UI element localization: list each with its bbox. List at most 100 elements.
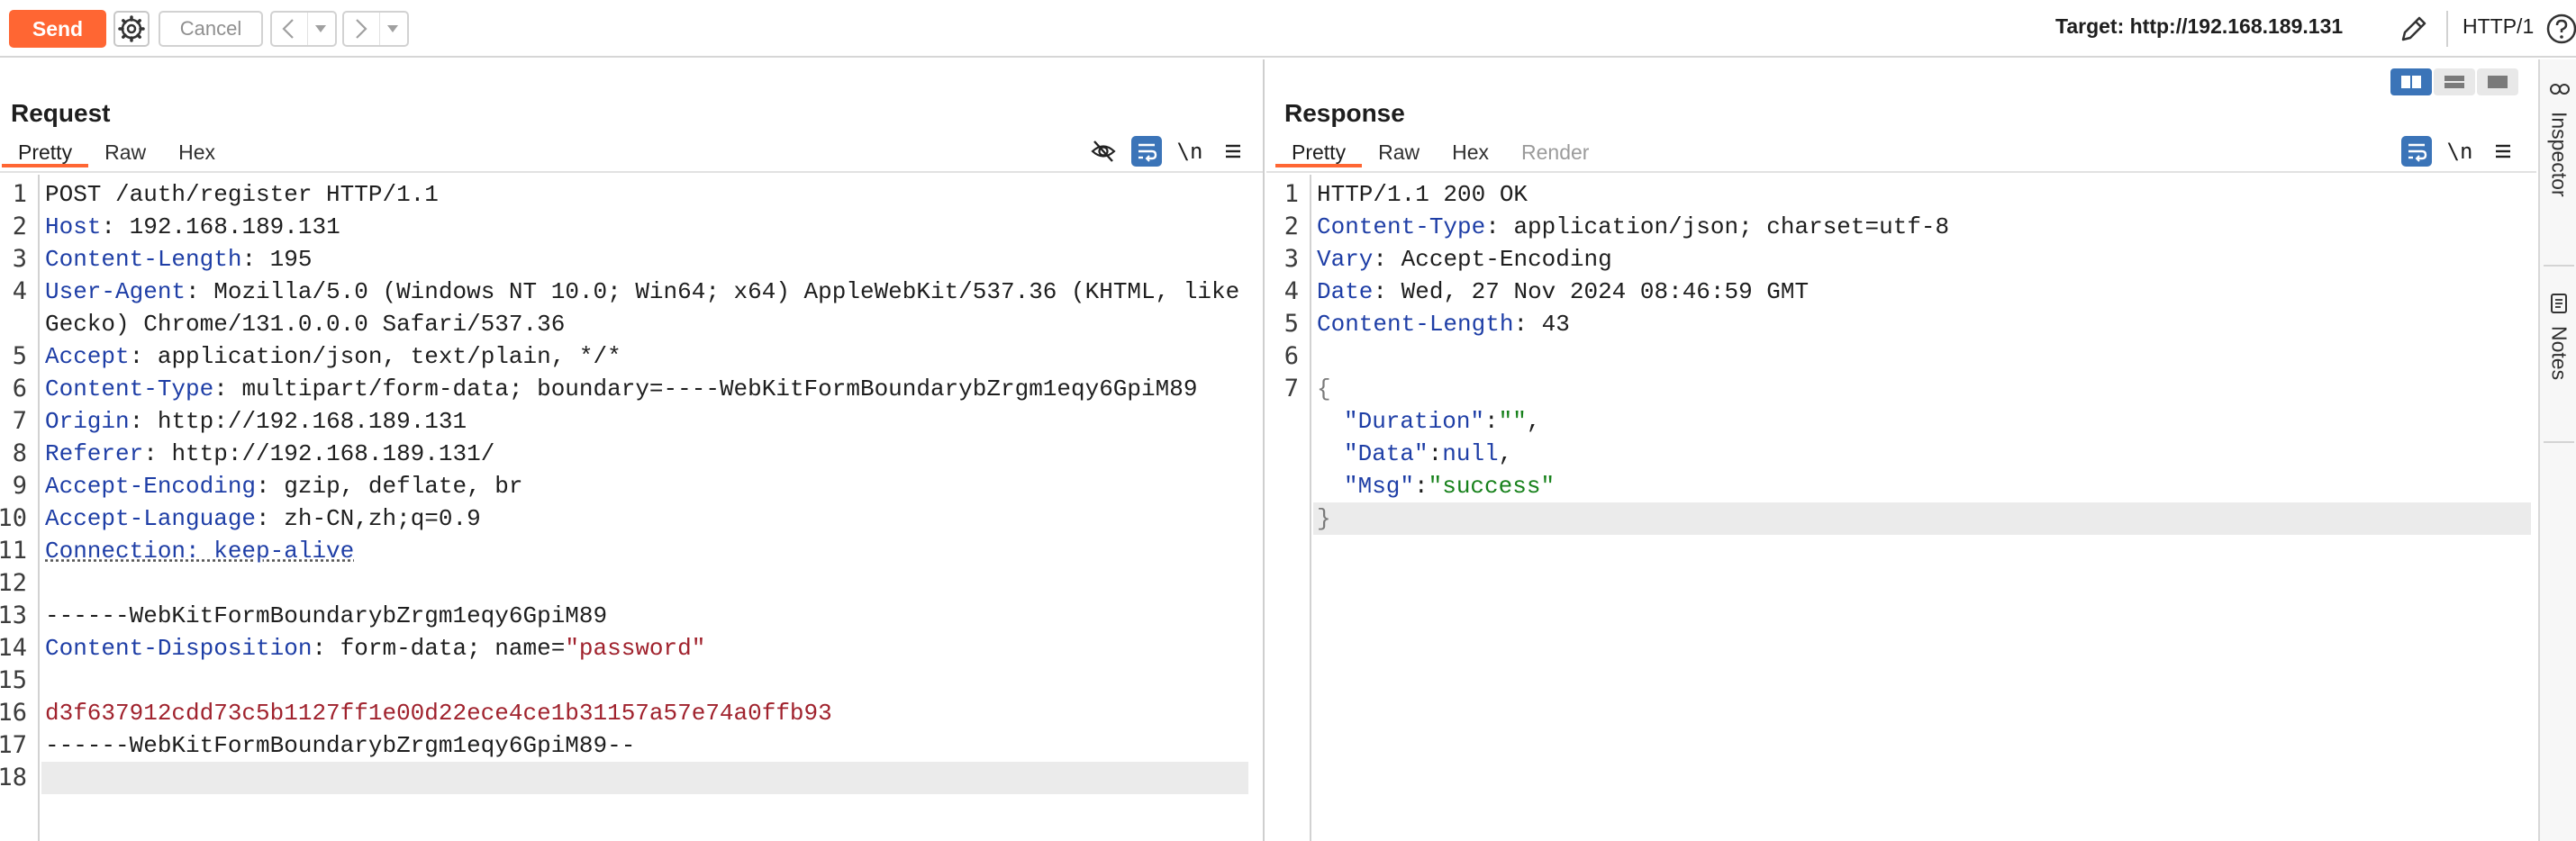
- line-number: 16: [0, 697, 27, 729]
- request-line: User-Agent: Mozilla/5.0 (Windows NT 10.0…: [45, 276, 1248, 308]
- inspector-label: Inspector: [2547, 112, 2571, 197]
- header-sep: :: [1513, 311, 1541, 338]
- header-value: 195: [270, 246, 313, 273]
- request-tools: \n: [1088, 135, 1248, 167]
- header-name: Accept-Language: [45, 505, 256, 532]
- back-button[interactable]: [272, 13, 308, 45]
- request-line: Content-Length: 195: [45, 243, 1248, 276]
- response-line-gutter: 1 2 3 4 5 6 7: [1266, 175, 1311, 841]
- request-tab-hex[interactable]: Hex: [162, 137, 231, 167]
- header-sep: :: [213, 375, 241, 402]
- send-button[interactable]: Send: [9, 10, 106, 48]
- request-line: [45, 567, 1248, 600]
- request-line: Content-Disposition: form-data; name="pa…: [45, 632, 1248, 665]
- response-tab-hex[interactable]: Hex: [1436, 137, 1505, 167]
- show-newlines-button[interactable]: \n: [2444, 136, 2475, 167]
- forward-dropdown-button[interactable]: [380, 13, 407, 45]
- request-line: Accept: application/json, text/plain, */…: [45, 340, 1248, 373]
- response-title: Response: [1284, 99, 1405, 128]
- json-colon: :: [1414, 473, 1429, 500]
- request-editor[interactable]: 1 2 3 4 5 6 7 8 9 10 11 12 13 14 15 16 1…: [0, 175, 1263, 841]
- response-line: Date: Wed, 27 Nov 2024 08:46:59 GMT: [1317, 276, 2531, 308]
- split-columns-button[interactable]: [2390, 68, 2432, 95]
- request-menu-button[interactable]: [1218, 136, 1248, 167]
- json-key: "Duration": [1344, 408, 1484, 435]
- line-number: 6: [1284, 340, 1299, 373]
- response-tab-raw[interactable]: Raw: [1362, 137, 1436, 167]
- json-open-brace: {: [1317, 373, 2531, 405]
- line-number: 3: [13, 243, 27, 276]
- side-separator: [2544, 265, 2574, 267]
- word-wrap-toggle-button[interactable]: [2401, 136, 2432, 167]
- notes-tab[interactable]: Notes: [2540, 292, 2576, 380]
- word-wrap-icon: [2404, 139, 2429, 164]
- line-number: 5: [13, 340, 27, 373]
- show-newlines-button[interactable]: \n: [1175, 136, 1205, 167]
- caret-down-icon: [308, 13, 333, 45]
- single-pane-icon: [2486, 74, 2509, 90]
- inspector-icon: [2547, 77, 2571, 101]
- header-sep: :: [130, 408, 158, 435]
- line-number: 7: [1284, 373, 1299, 405]
- http-version-selector[interactable]: HTTP/1: [2463, 14, 2534, 39]
- line-number: 8: [13, 438, 27, 470]
- line-number: 18: [0, 762, 27, 794]
- toolbar-separator: [2446, 11, 2448, 47]
- json-line: "Msg":"success": [1344, 470, 2531, 502]
- line-number: 10: [0, 502, 27, 535]
- header-sep: :: [1485, 213, 1513, 240]
- settings-button[interactable]: [113, 11, 150, 47]
- request-current-line[interactable]: [41, 762, 1248, 794]
- tabs-view-button[interactable]: [2477, 68, 2518, 95]
- line-number: 14: [0, 632, 27, 665]
- json-comma: ,: [1527, 408, 1541, 435]
- json-string-value: "success": [1429, 473, 1555, 500]
- help-button[interactable]: [2544, 11, 2576, 47]
- response-tab-pretty[interactable]: Pretty: [1275, 137, 1362, 167]
- header-name: Vary: [1317, 246, 1373, 273]
- json-line: "Data":null,: [1344, 438, 2531, 470]
- chevron-right-icon: [344, 13, 378, 45]
- request-line: [45, 665, 1248, 697]
- header-value: zh-CN,zh;q=0.9: [284, 505, 480, 532]
- header-name: Origin: [45, 408, 130, 435]
- response-pane: Response Pretty Raw Hex Render \n 1 2 3 …: [1266, 59, 2536, 841]
- json-key: "Msg": [1344, 473, 1414, 500]
- response-line: [1317, 340, 2531, 373]
- hide-toggle-button[interactable]: [1088, 136, 1119, 167]
- edit-target-button[interactable]: [2396, 11, 2432, 47]
- line-number: 2: [13, 211, 27, 243]
- request-line: Accept-Encoding: gzip, deflate, br: [45, 470, 1248, 502]
- json-key: "Data": [1344, 440, 1429, 467]
- json-close-brace: }: [1313, 502, 2531, 535]
- header-sep: :: [256, 473, 284, 500]
- header-sep: :: [1373, 278, 1401, 305]
- split-rows-button[interactable]: [2434, 68, 2475, 95]
- header-name: Host: [45, 213, 101, 240]
- header-value: application/json, text/plain, */*: [158, 343, 621, 370]
- back-dropdown-button[interactable]: [308, 13, 335, 45]
- response-tabs-divider: [1266, 171, 2536, 173]
- rows-icon: [2443, 74, 2466, 90]
- forward-button[interactable]: [344, 13, 380, 45]
- word-wrap-toggle-button[interactable]: [1131, 136, 1162, 167]
- line-number: 1: [1284, 178, 1299, 211]
- header-value: gzip, deflate, br: [284, 473, 522, 500]
- line-number: 3: [1284, 243, 1299, 276]
- header-value: 43: [1542, 311, 1570, 338]
- inspector-tab[interactable]: Inspector: [2540, 77, 2576, 197]
- caret-down-icon: [380, 13, 405, 45]
- json-comma: ,: [1499, 440, 1513, 467]
- header-name: Content-Length: [1317, 311, 1513, 338]
- header-name: Date: [1317, 278, 1373, 305]
- cancel-button[interactable]: Cancel: [159, 11, 263, 47]
- response-editor[interactable]: 1 2 3 4 5 6 7 HTTP/1.1 200 OK Content-Ty…: [1266, 175, 2536, 841]
- header-name: Accept-Encoding: [45, 473, 256, 500]
- header-string-value: "password": [565, 635, 705, 662]
- request-tab-raw[interactable]: Raw: [88, 137, 162, 167]
- line-number: 12: [0, 567, 27, 600]
- response-tab-render[interactable]: Render: [1505, 137, 1605, 167]
- response-menu-button[interactable]: [2488, 136, 2518, 167]
- line-number: 9: [13, 470, 27, 502]
- request-tab-pretty[interactable]: Pretty: [2, 137, 88, 167]
